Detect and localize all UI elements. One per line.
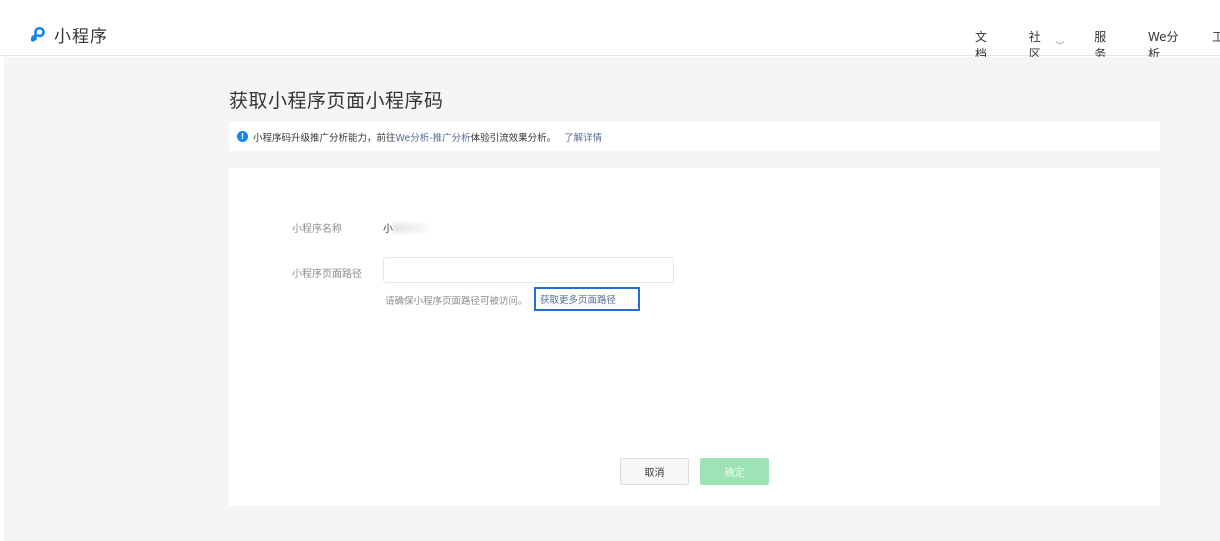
brand-name: 小程序 [54,27,108,47]
we-analysis-link[interactable]: We分析-推广分析 [396,130,471,144]
get-more-paths-link[interactable]: 获取更多页面路径 [534,287,640,311]
form-panel [229,168,1160,506]
name-value-text: 小 [383,224,393,235]
mini-program-name-value: 小 [383,220,433,235]
mini-program-logo-icon [30,26,45,42]
name-label: 小程序名称 [292,224,342,235]
brand[interactable]: 小程序 [28,22,108,47]
blurred-name [393,222,433,233]
page-title: 获取小程序页面小程序码 [229,90,444,112]
top-navbar: 小程序 文档 社区 ﹀ 服务 We分析 工 [0,0,1220,61]
info-icon: ! [237,131,248,142]
cancel-button[interactable]: 取消 [620,458,689,485]
page-path-input[interactable] [383,257,674,283]
notice-text-before: 小程序码升级推广分析能力，前往 [253,132,396,144]
notice-text-after: 体验引流效果分析。 [470,132,557,144]
chevron-down-icon: ﹀ [1055,41,1065,52]
path-label: 小程序页面路径 [292,269,362,280]
info-notice: ! 小程序码升级推广分析能力，前往 We分析-推广分析 体验引流效果分析。 了解… [229,122,1160,151]
path-hint: 请确保小程序页面路径可被访问。 [385,296,528,307]
learn-more-link[interactable]: 了解详情 [564,130,602,144]
nav-tools-truncated[interactable]: 工 [1212,28,1220,45]
confirm-button[interactable]: 确定 [700,458,769,485]
